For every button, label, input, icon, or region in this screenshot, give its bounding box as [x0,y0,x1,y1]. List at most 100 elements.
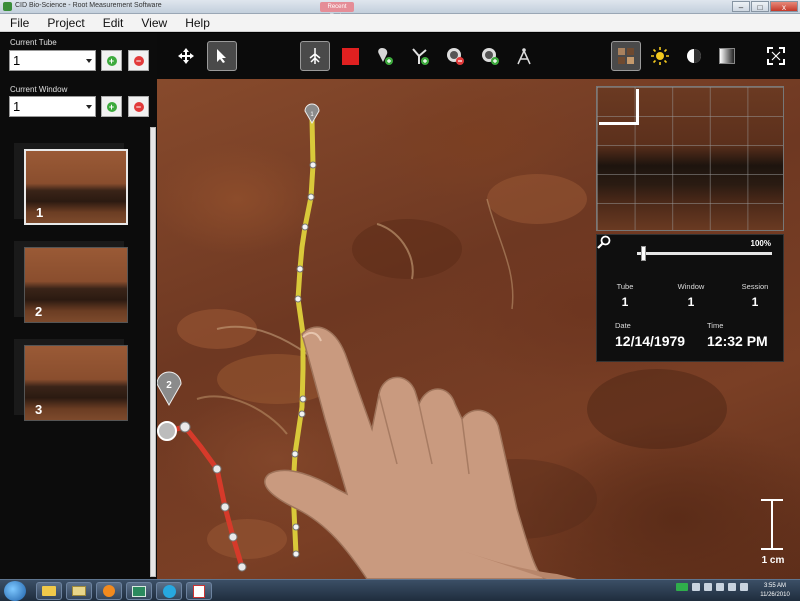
window-thumbnail-1[interactable]: 1 [24,149,128,225]
gradient-icon[interactable] [712,41,742,71]
navigator-viewport[interactable] [599,89,639,125]
current-tube-select[interactable]: 1 [9,50,96,71]
maximize-button[interactable]: □ [751,1,769,12]
root-tool-icon[interactable] [300,41,330,71]
folder-icon[interactable] [36,582,62,600]
tube-info: Tube 1 [607,282,643,309]
os-taskbar: 3:55 AM 11/26/2010 [0,579,800,601]
contrast-icon[interactable] [679,41,709,71]
root-node[interactable] [298,410,306,418]
zoom-icon [597,235,611,249]
thumbnail-scrollbar[interactable] [150,127,156,577]
remove-node-icon[interactable] [440,41,470,71]
minimize-button[interactable]: – [732,1,750,12]
add-node-icon[interactable] [475,41,505,71]
scale-line [771,501,773,549]
thumbnail-number: 1 [36,205,44,220]
root-node[interactable] [307,193,315,201]
clock[interactable]: 3:55 AM 11/26/2010 [752,582,798,600]
pdf-icon[interactable] [186,582,212,600]
add-window-button[interactable]: + [101,96,122,117]
window-controls: – □ x [732,1,798,12]
select-pointer-icon[interactable] [207,41,237,71]
tube-info-label: Tube [616,282,634,291]
navigator-minimap[interactable] [596,86,784,231]
scrollbar-thumb[interactable] [150,127,156,577]
root-node[interactable] [296,265,304,273]
window-thumbnail-3[interactable]: 3 [24,345,128,421]
root-image-canvas[interactable]: 1 2 100% Tube 1 Window 1 Session 1 Date … [157,79,800,579]
thumbnail-grid-icon[interactable] [611,41,641,71]
window-info: Window 1 [669,282,713,309]
hand-image [264,326,577,579]
session-info: Session 1 [733,282,777,309]
zoom-slider-handle[interactable] [641,246,647,261]
window-info-label: Window [677,282,705,291]
start-button[interactable] [4,581,26,601]
root-node[interactable] [179,421,191,433]
add-branch-icon[interactable] [405,41,435,71]
window-title: CID Bio-Science - Root Measurement Softw… [15,2,162,9]
root-node[interactable] [292,523,300,531]
title-badge: Recent Tools [320,2,354,20]
brightness-icon[interactable] [645,41,675,71]
menu-view[interactable]: View [141,16,167,30]
media-icon[interactable] [96,582,122,600]
root-node[interactable] [299,395,307,403]
remove-window-button[interactable]: − [128,96,149,117]
time-info-label: Time [707,321,724,330]
current-window-value: 1 [13,99,21,114]
remove-tube-button[interactable]: − [128,50,149,71]
system-tray [676,583,748,591]
plus-icon: + [106,55,117,66]
date-info-label: Date [615,321,631,330]
current-tube-label: Current Tube [10,38,57,47]
explorer-icon[interactable] [66,582,92,600]
zoom-slider-track[interactable] [637,252,772,255]
root-node[interactable] [212,464,222,474]
app-icon[interactable] [126,582,152,600]
menu-edit[interactable]: Edit [103,16,124,30]
root-start-node[interactable] [157,421,177,441]
tray-icon[interactable] [728,583,736,591]
fit-screen-icon[interactable] [761,41,791,71]
info-panel: 100% Tube 1 Window 1 Session 1 Date 12/1… [596,234,784,362]
minus-icon: − [133,101,144,112]
title-bar: CID Bio-Science - Root Measurement Softw… [0,0,800,20]
close-button[interactable]: x [770,1,798,12]
add-tube-button[interactable]: + [101,50,122,71]
root-node[interactable] [291,450,299,458]
root-node[interactable] [309,161,317,169]
time-info: Time 12:32 PM [707,321,768,349]
tray-icon[interactable] [740,583,748,591]
current-tube-value: 1 [13,53,21,68]
menu-help[interactable]: Help [185,16,210,30]
measure-compass-icon[interactable] [509,41,539,71]
tube-info-value: 1 [621,295,629,309]
menu-bar: File Project Edit View Help [0,14,800,32]
skype-icon[interactable] [156,582,182,600]
root-node[interactable] [294,295,302,303]
stop-square-icon[interactable] [335,41,365,71]
plus-icon: + [106,101,117,112]
chevron-down-icon [86,59,92,63]
tray-icon[interactable] [704,583,712,591]
menu-file[interactable]: File [10,16,29,30]
root-node[interactable] [228,532,238,542]
add-tip-icon[interactable] [369,41,399,71]
time-info-value: 12:32 PM [707,333,768,349]
tray-icon[interactable] [716,583,724,591]
root-node[interactable] [220,502,230,512]
window-thumbnail-2[interactable]: 2 [24,247,128,323]
root-node[interactable] [237,562,247,572]
current-window-select[interactable]: 1 [9,96,96,117]
session-info-value: 1 [751,295,759,309]
tray-icon[interactable] [676,583,688,591]
root-node[interactable] [301,223,309,231]
minus-icon: − [133,55,144,66]
menu-project[interactable]: Project [47,16,84,30]
tray-icon[interactable] [692,583,700,591]
root-node[interactable] [292,550,300,558]
pan-icon[interactable] [171,41,201,71]
clock-date: 11/26/2010 [760,592,790,598]
